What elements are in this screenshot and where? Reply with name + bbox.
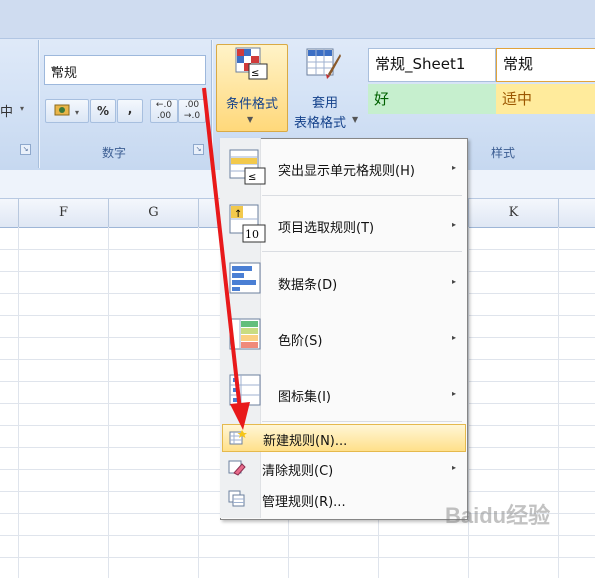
- column-header-f[interactable]: F: [19, 199, 109, 227]
- menu-item-top-bottom-rules[interactable]: ↑ 10 项目选取规则(T) ▸: [220, 197, 466, 251]
- conditional-formatting-button[interactable]: ≤ 条件格式 ▼: [216, 44, 288, 132]
- submenu-arrow-icon: ▸: [451, 333, 456, 342]
- column-header-g[interactable]: G: [109, 199, 199, 227]
- new-rule-icon: [229, 430, 247, 445]
- menu-item-highlight-cells-rules[interactable]: ≤ 突出显示单元格规则(H) ▸: [220, 140, 466, 194]
- menu-item-clear-rules[interactable]: 清除规则(C) ▸: [220, 455, 466, 481]
- cell-style-neutral[interactable]: 适中: [496, 84, 595, 114]
- chevron-down-icon: ▼: [247, 115, 254, 124]
- top-bottom-rules-icon: ↑ 10: [229, 204, 266, 243]
- svg-text:▾: ▾: [75, 108, 79, 117]
- conditional-formatting-icon: ≤: [235, 47, 268, 80]
- submenu-arrow-icon: ▸: [451, 389, 456, 398]
- menu-item-icon-sets[interactable]: 图标集(I) ▸: [220, 366, 466, 420]
- table-format-icon: [306, 48, 341, 79]
- menu-separator: [262, 251, 462, 252]
- styles-group-label: 样式: [490, 146, 515, 160]
- menu-item-new-rule[interactable]: 新建规则(N)...: [222, 424, 466, 452]
- cell-style-normal[interactable]: 常规: [496, 48, 595, 82]
- icon-sets-icon: [229, 374, 261, 406]
- percent-style-button[interactable]: %: [90, 99, 116, 123]
- merge-center-button[interactable]: 中 ▾: [0, 96, 30, 122]
- column-header-blank: [0, 199, 19, 227]
- column-header-k[interactable]: K: [469, 199, 559, 227]
- group-divider: [38, 40, 39, 168]
- chevron-down-icon: ▾: [20, 104, 25, 113]
- grid-line: [0, 557, 595, 558]
- menu-item-label: 管理规则(R)...: [262, 495, 346, 510]
- submenu-arrow-icon: ▸: [451, 163, 456, 172]
- merge-center-label: 中: [0, 105, 14, 120]
- menu-item-color-scales[interactable]: 色阶(S) ▸: [220, 310, 466, 364]
- comma-style-button[interactable]: ,: [117, 99, 143, 123]
- format-as-table-label-line2: 表格格式: [293, 116, 346, 131]
- svg-text:≤: ≤: [248, 172, 256, 183]
- data-bars-icon: [229, 262, 261, 294]
- menu-item-label: 数据条(D): [278, 278, 338, 293]
- submenu-arrow-icon: ▸: [451, 220, 456, 229]
- menu-item-manage-rules[interactable]: 管理规则(R)...: [220, 486, 466, 512]
- format-as-table-label-line1: 套用: [311, 96, 338, 111]
- number-dialog-launcher-icon[interactable]: ↘: [193, 144, 204, 155]
- format-as-table-button[interactable]: 套用 表格格式 ▼: [288, 44, 362, 131]
- cell-style-normal-sheet1[interactable]: 常规_Sheet1: [368, 48, 496, 82]
- color-scales-icon: [229, 318, 261, 350]
- svg-text:≤: ≤: [251, 68, 259, 79]
- ribbon-tab-strip: [0, 0, 595, 39]
- cell-style-good[interactable]: 好: [368, 84, 500, 114]
- chevron-down-icon: ▼: [352, 115, 359, 124]
- submenu-arrow-icon: ▸: [451, 277, 456, 286]
- decrease-decimal-button[interactable]: .00 →.0: [178, 99, 206, 123]
- menu-item-data-bars[interactable]: 数据条(D) ▸: [220, 254, 466, 308]
- menu-item-label: 清除规则(C): [262, 464, 334, 479]
- conditional-formatting-label: 条件格式: [225, 97, 278, 112]
- cell-styles-gallery: 常规_Sheet1 常规 好 适中: [368, 48, 595, 118]
- menu-separator: [262, 195, 462, 196]
- accounting-format-button[interactable]: ▾: [45, 99, 89, 123]
- menu-separator: [262, 421, 462, 422]
- manage-rules-icon: [228, 490, 245, 507]
- clear-rules-icon: [228, 460, 246, 476]
- alignment-dialog-launcher-icon[interactable]: ↘: [20, 144, 31, 155]
- group-divider: [211, 40, 212, 168]
- currency-icon: ▾: [54, 104, 79, 117]
- svg-text:10: 10: [245, 228, 259, 241]
- watermark-text: Baidu经验: [445, 503, 551, 528]
- menu-item-label: 新建规则(N)...: [263, 434, 348, 449]
- menu-item-label: 项目选取规则(T): [278, 221, 375, 236]
- svg-text:↑: ↑: [234, 209, 242, 220]
- submenu-arrow-icon: ▸: [451, 463, 456, 472]
- number-group-label: 数字: [101, 146, 126, 160]
- chevron-down-icon: ▼: [51, 65, 58, 74]
- increase-decimal-button[interactable]: ←.0 .00: [150, 99, 178, 123]
- increase-decimal-icon: ←.0 .00: [155, 100, 173, 121]
- number-format-combo[interactable]: 常规 ▼: [44, 55, 206, 85]
- decrease-decimal-icon: .00 →.0: [183, 100, 201, 121]
- highlight-cells-rules-icon: ≤: [229, 149, 266, 185]
- grid-line: [0, 535, 595, 536]
- menu-item-label: 图标集(I): [278, 390, 331, 405]
- menu-item-label: 突出显示单元格规则(H): [278, 164, 415, 179]
- menu-item-label: 色阶(S): [278, 334, 323, 349]
